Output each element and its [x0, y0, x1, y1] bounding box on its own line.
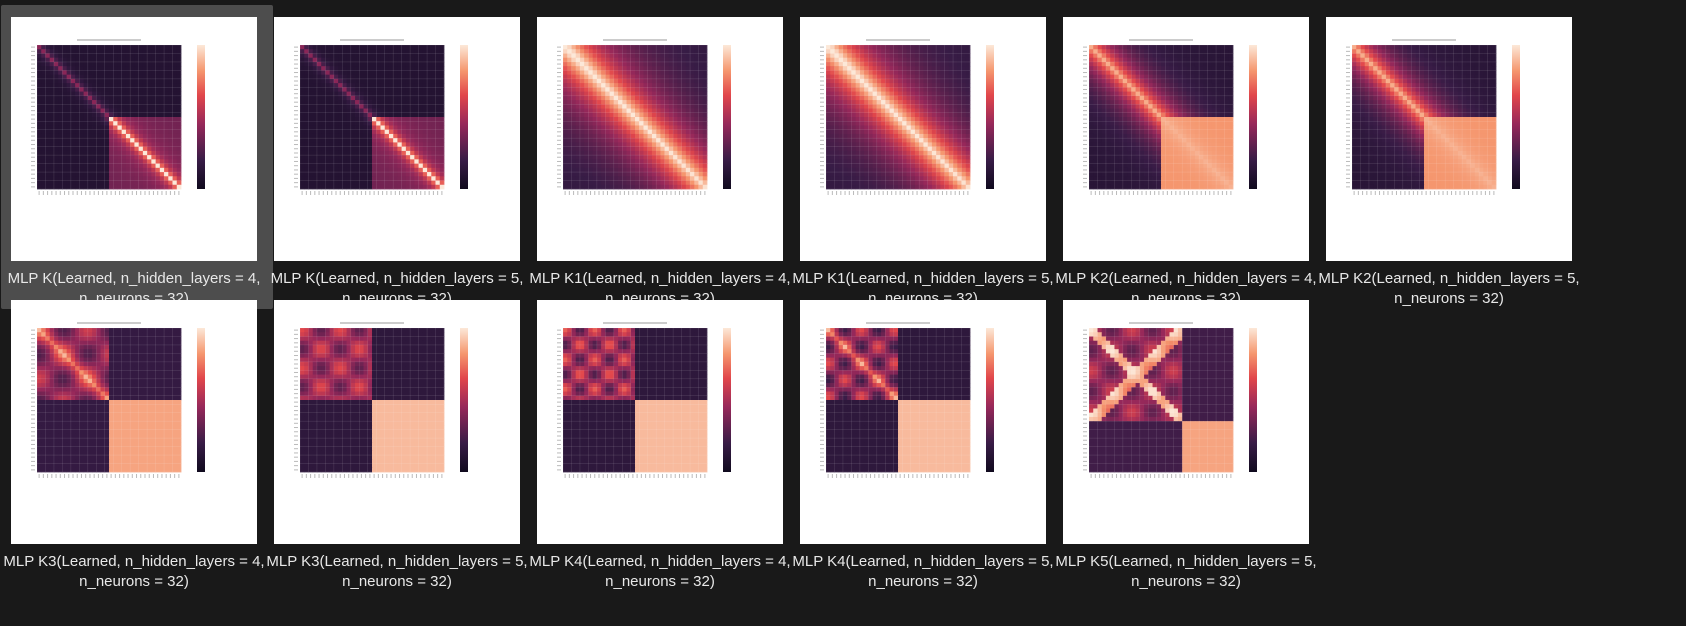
file-name: MLP K4(Learned, n_hidden_layers = 5, n_n… — [790, 552, 1056, 592]
file-tile[interactable]: MLP K2(Learned, n_hidden_layers = 4, n_n… — [1053, 5, 1325, 309]
file-name-line1: MLP K1(Learned, n_hidden_layers = 4, — [529, 270, 791, 287]
file-name-line2: n_neurons = 32) — [868, 573, 978, 590]
file-name-line2: n_neurons = 32) — [79, 573, 189, 590]
file-name-line1: MLP K3(Learned, n_hidden_layers = 5, — [266, 553, 528, 570]
file-tile[interactable]: MLP K4(Learned, n_hidden_layers = 4, n_n… — [527, 288, 799, 592]
file-name-line1: MLP K2(Learned, n_hidden_layers = 5, — [1318, 270, 1580, 287]
heatmap-image — [820, 322, 994, 478]
heatmap-image — [820, 39, 994, 195]
file-name-line1: MLP K4(Learned, n_hidden_layers = 5, — [792, 553, 1054, 570]
heatmap-thumbnail — [274, 17, 520, 261]
heatmap-image — [557, 39, 731, 195]
heatmap-thumbnail — [800, 300, 1046, 544]
file-tile[interactable]: MLP K(Learned, n_hidden_layers = 5, n_ne… — [264, 5, 536, 309]
heatmap-image — [31, 39, 205, 195]
file-tile[interactable]: MLP K4(Learned, n_hidden_layers = 5, n_n… — [790, 288, 1062, 592]
file-name-line1: MLP K3(Learned, n_hidden_layers = 4, — [3, 553, 265, 570]
file-name: MLP K3(Learned, n_hidden_layers = 4, n_n… — [1, 552, 267, 592]
file-tile[interactable]: MLP K3(Learned, n_hidden_layers = 4, n_n… — [1, 288, 273, 592]
heatmap-thumbnail — [1326, 17, 1572, 261]
heatmap-image — [294, 39, 468, 195]
heatmap-thumbnail — [11, 300, 257, 544]
heatmap-thumbnail — [11, 17, 257, 261]
file-name-line1: MLP K(Learned, n_hidden_layers = 4, — [7, 270, 261, 287]
heatmap-image — [294, 322, 468, 478]
file-name: MLP K4(Learned, n_hidden_layers = 4, n_n… — [527, 552, 793, 592]
heatmap-thumbnail — [274, 300, 520, 544]
file-tile[interactable]: MLP K3(Learned, n_hidden_layers = 5, n_n… — [264, 288, 536, 592]
file-name-line1: MLP K5(Learned, n_hidden_layers = 5, — [1055, 553, 1317, 570]
heatmap-thumbnail — [1063, 17, 1309, 261]
file-tile[interactable]: MLP K1(Learned, n_hidden_layers = 4, n_n… — [527, 5, 799, 309]
file-tile[interactable]: MLP K2(Learned, n_hidden_layers = 5, n_n… — [1316, 5, 1588, 309]
file-name: MLP K3(Learned, n_hidden_layers = 5, n_n… — [264, 552, 530, 592]
file-name: MLP K5(Learned, n_hidden_layers = 5, n_n… — [1053, 552, 1319, 592]
file-name-line2: n_neurons = 32) — [1394, 290, 1504, 307]
file-tile[interactable]: MLP K(Learned, n_hidden_layers = 4, n_ne… — [1, 5, 273, 309]
file-name-line1: MLP K(Learned, n_hidden_layers = 5, — [270, 270, 524, 287]
heatmap-thumbnail — [537, 300, 783, 544]
heatmap-thumbnail — [1063, 300, 1309, 544]
file-tile[interactable]: MLP K1(Learned, n_hidden_layers = 5, n_n… — [790, 5, 1062, 309]
heatmap-thumbnail — [537, 17, 783, 261]
file-name-line2: n_neurons = 32) — [1131, 573, 1241, 590]
heatmap-thumbnail — [800, 17, 1046, 261]
heatmap-image — [1083, 39, 1257, 195]
heatmap-image — [1346, 39, 1520, 195]
file-tile[interactable]: MLP K5(Learned, n_hidden_layers = 5, n_n… — [1053, 288, 1325, 592]
file-name-line1: MLP K4(Learned, n_hidden_layers = 4, — [529, 553, 791, 570]
file-name-line2: n_neurons = 32) — [605, 573, 715, 590]
file-name: MLP K2(Learned, n_hidden_layers = 5, n_n… — [1316, 269, 1582, 309]
file-name-line2: n_neurons = 32) — [342, 573, 452, 590]
file-name-line1: MLP K1(Learned, n_hidden_layers = 5, — [792, 270, 1054, 287]
file-name-line1: MLP K2(Learned, n_hidden_layers = 4, — [1055, 270, 1317, 287]
heatmap-image — [31, 322, 205, 478]
heatmap-image — [557, 322, 731, 478]
heatmap-image — [1083, 322, 1257, 478]
